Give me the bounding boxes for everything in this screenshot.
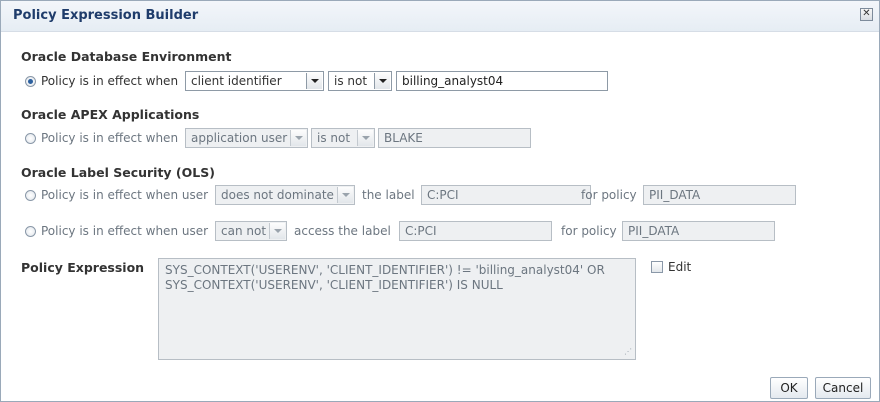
chevron-down-icon[interactable] [306, 73, 322, 89]
dialog-title: Policy Expression Builder [13, 8, 199, 23]
apex-radio-label: Policy is in effect when [41, 131, 179, 145]
ols-row-1: Policy is in effect when user does not d… [21, 185, 821, 207]
policy-expression-label: Policy Expression [21, 260, 145, 275]
ols-row-2-policy-text: for policy [561, 224, 617, 238]
ols-row-1-radio[interactable] [25, 190, 36, 201]
dialog-titlebar: Policy Expression Builder ✕ [1, 1, 879, 32]
ols-row-2-radio-label: Policy is in effect when user [41, 224, 209, 238]
edit-checkbox[interactable] [651, 261, 663, 273]
oracle-db-operator-select[interactable]: is not [328, 71, 392, 91]
ols-row-1-radio-label: Policy is in effect when user [41, 188, 209, 202]
expression-line-2: SYS_CONTEXT('USERENV', 'CLIENT_IDENTIFIE… [165, 278, 503, 292]
ols-row-1-relation-value: does not dominate [221, 188, 334, 202]
chevron-down-icon[interactable] [357, 130, 373, 146]
apex-row: Policy is in effect when application use… [21, 128, 621, 150]
oracle-db-attribute-select[interactable]: client identifier [185, 71, 324, 91]
ols-row-2-relation-value: can not [221, 224, 267, 238]
apex-operator-value: is not [317, 131, 351, 145]
oracle-db-radio-label: Policy is in effect when [41, 74, 179, 88]
ols-row-2-radio[interactable] [25, 226, 36, 237]
policy-expression-builder-dialog: Policy Expression Builder ✕ Oracle Datab… [0, 0, 880, 402]
chevron-down-icon[interactable] [374, 73, 390, 89]
apex-operator-select[interactable]: is not [311, 128, 375, 148]
chevron-down-icon[interactable] [269, 223, 285, 239]
ols-row-2-label-input[interactable]: C:PCI [399, 221, 552, 241]
close-icon[interactable]: ✕ [860, 8, 873, 21]
ols-row-1-policy-text: for policy [581, 188, 637, 202]
apex-radio[interactable] [25, 133, 36, 144]
oracle-db-radio[interactable] [25, 76, 36, 87]
oracle-db-attribute-value: client identifier [191, 74, 282, 88]
oracle-db-operator-value: is not [334, 74, 368, 88]
chevron-down-icon[interactable] [337, 187, 353, 203]
ols-row-2-relation-select[interactable]: can not [215, 221, 287, 241]
ols-row-1-label-input[interactable]: C:PCI [421, 185, 591, 205]
edit-checkbox-label: Edit [668, 260, 692, 274]
apex-section-title: Oracle APEX Applications [21, 107, 200, 122]
oracle-db-section-title: Oracle Database Environment [21, 49, 232, 64]
ols-section-title: Oracle Label Security (OLS) [21, 165, 215, 180]
apex-attribute-value: application user [191, 131, 288, 145]
ols-row-1-label-text: the label [362, 188, 415, 202]
expression-line-1: SYS_CONTEXT('USERENV', 'CLIENT_IDENTIFIE… [165, 263, 605, 277]
resize-grip-icon[interactable]: ⋰ [624, 348, 632, 356]
oracle-db-value-input[interactable]: billing_analyst04 [396, 71, 608, 91]
ols-row-2-policy-input[interactable]: PII_DATA [622, 221, 775, 241]
apex-value-input[interactable]: BLAKE [378, 128, 531, 148]
chevron-down-icon[interactable] [290, 130, 306, 146]
ols-row-1-policy-input[interactable]: PII_DATA [643, 185, 796, 205]
ols-row-2: Policy is in effect when user can not ac… [21, 221, 821, 243]
ok-button[interactable]: OK [770, 377, 808, 399]
apex-attribute-select[interactable]: application user [185, 128, 308, 148]
ols-row-2-label-text: access the label [294, 224, 391, 238]
oracle-db-row: Policy is in effect when client identifi… [21, 71, 621, 93]
policy-expression-textarea[interactable]: SYS_CONTEXT('USERENV', 'CLIENT_IDENTIFIE… [158, 258, 636, 360]
ols-row-1-relation-select[interactable]: does not dominate [215, 185, 355, 205]
cancel-button[interactable]: Cancel [815, 377, 871, 399]
